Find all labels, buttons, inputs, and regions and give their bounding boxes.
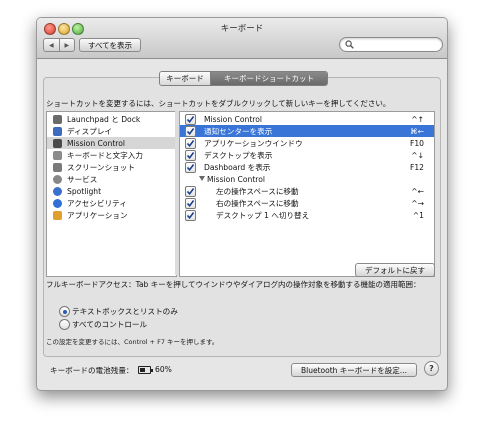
battery-percent: 60% bbox=[155, 365, 172, 374]
shortcut-checkbox[interactable] bbox=[185, 162, 196, 173]
category-list: Launchpad と Dock ディスプレイ Mission Control … bbox=[46, 111, 177, 277]
shortcut-checkbox[interactable] bbox=[185, 126, 196, 137]
keyboard-icon bbox=[53, 150, 62, 160]
shortcut-row[interactable]: Dashboard を表示 F12 bbox=[180, 161, 434, 173]
shortcut-row[interactable]: 左の操作スペースに移動 ^← bbox=[180, 185, 434, 197]
category-item-accessibility[interactable]: アクセシビリティ bbox=[47, 197, 176, 209]
back-forward-control: ◀ ▶ bbox=[43, 38, 75, 52]
restore-defaults-button[interactable]: デフォルトに戻す bbox=[355, 263, 435, 277]
tab-keyboard[interactable]: キーボード bbox=[160, 72, 211, 85]
category-label: ディスプレイ bbox=[67, 126, 113, 136]
battery-icon bbox=[138, 366, 153, 374]
checkmark-icon bbox=[186, 212, 195, 220]
shortcut-key: ^1 bbox=[412, 210, 424, 220]
applications-icon bbox=[53, 210, 62, 220]
title-bar: キーボード ◀ ▶ すべてを表示 bbox=[37, 18, 447, 59]
search-field[interactable] bbox=[339, 37, 443, 52]
shortcut-name: アプリケーションウインドウ bbox=[204, 138, 303, 148]
checkmark-icon bbox=[186, 116, 195, 124]
preferences-window: キーボード ◀ ▶ すべてを表示 キーボード キーボードショートカット ショート… bbox=[36, 17, 448, 391]
shortcut-checkbox[interactable] bbox=[185, 198, 196, 209]
shortcut-name: 右の操作スペースに移動 bbox=[216, 198, 299, 208]
shortcut-name: 通知センターを表示 bbox=[204, 126, 273, 136]
back-button[interactable]: ◀ bbox=[44, 39, 59, 51]
shortcut-key: ^↓ bbox=[411, 150, 424, 160]
shortcut-key: ^← bbox=[411, 186, 424, 196]
shortcut-list: Mission Control ^↑ 通知センターを表示 ⌘← アプリケーション… bbox=[179, 111, 435, 277]
control-f7-note: この設定を変更するには、Control + F7 キーを押します。 bbox=[46, 338, 219, 346]
category-label: キーボードと文字入力 bbox=[67, 150, 143, 160]
radio-label-text-boxes-lists[interactable]: テキストボックスとリストのみ bbox=[72, 306, 178, 317]
category-label: アプリケーション bbox=[67, 210, 128, 220]
category-label: Spotlight bbox=[67, 186, 102, 196]
shortcut-name: 左の操作スペースに移動 bbox=[216, 186, 299, 196]
help-button[interactable]: ? bbox=[424, 361, 439, 376]
shortcut-name: Mission Control bbox=[204, 114, 263, 124]
shortcut-row[interactable]: 通知センターを表示 ⌘← bbox=[180, 125, 434, 137]
services-gear-icon bbox=[53, 174, 62, 184]
shortcut-checkbox[interactable] bbox=[185, 114, 196, 125]
shortcut-name: Dashboard を表示 bbox=[204, 162, 271, 172]
setup-bluetooth-keyboard-button[interactable]: Bluetooth キーボードを設定... bbox=[291, 363, 417, 377]
radio-text-boxes-lists[interactable] bbox=[59, 306, 70, 317]
shortcut-key: ^→ bbox=[411, 198, 424, 208]
shortcut-key: ⌘← bbox=[410, 126, 424, 136]
disclosure-triangle-icon[interactable] bbox=[199, 176, 205, 181]
display-icon bbox=[53, 126, 62, 136]
instruction-text: ショートカットを変更するには、ショートカットをダブルクリックして新しいキーを押し… bbox=[46, 99, 391, 108]
full-keyboard-access-text: フルキーボードアクセス：Tab キーを押してウインドウやダイアログ内の操作対象を… bbox=[46, 280, 421, 289]
accessibility-icon bbox=[53, 198, 62, 208]
category-item-spotlight[interactable]: Spotlight bbox=[47, 185, 176, 197]
shortcut-row[interactable]: Mission Control ^↑ bbox=[180, 113, 434, 125]
category-label: Launchpad と Dock bbox=[67, 114, 141, 124]
radio-label-all-controls[interactable]: すべてのコントロール bbox=[72, 319, 147, 330]
tab-keyboard-shortcuts[interactable]: キーボードショートカット bbox=[211, 72, 327, 85]
checkmark-icon bbox=[186, 188, 195, 196]
category-item-display[interactable]: ディスプレイ bbox=[47, 125, 176, 137]
shortcut-checkbox[interactable] bbox=[185, 138, 196, 149]
spotlight-icon bbox=[53, 186, 62, 196]
radio-all-controls[interactable] bbox=[59, 319, 70, 330]
shortcut-checkbox[interactable] bbox=[185, 186, 196, 197]
category-item-launchpad-dock[interactable]: Launchpad と Dock bbox=[47, 113, 176, 125]
shortcut-group-name: Mission Control bbox=[207, 174, 266, 184]
window-title: キーボード bbox=[220, 24, 264, 34]
category-label: アクセシビリティ bbox=[67, 198, 127, 208]
shortcut-row[interactable]: アプリケーションウインドウ F10 bbox=[180, 137, 434, 149]
shortcut-row[interactable]: 右の操作スペースに移動 ^→ bbox=[180, 197, 434, 209]
show-all-button[interactable]: すべてを表示 bbox=[79, 38, 141, 52]
tab-bar: キーボード キーボードショートカット bbox=[159, 71, 328, 86]
shortcut-key: F10 bbox=[409, 138, 424, 148]
checkmark-icon bbox=[186, 164, 195, 172]
checkmark-icon bbox=[186, 128, 195, 136]
category-item-keyboard-input[interactable]: キーボードと文字入力 bbox=[47, 149, 176, 161]
shortcut-key: F12 bbox=[409, 162, 424, 172]
category-item-mission-control[interactable]: Mission Control bbox=[47, 137, 176, 149]
category-item-services[interactable]: サービス bbox=[47, 173, 176, 185]
shortcut-name: デスクトップを表示 bbox=[204, 150, 273, 160]
category-label: サービス bbox=[67, 174, 98, 184]
shortcut-key: ^↑ bbox=[411, 114, 424, 124]
checkmark-icon bbox=[186, 200, 195, 208]
category-item-applications[interactable]: アプリケーション bbox=[47, 209, 176, 221]
category-item-screenshots[interactable]: スクリーンショット bbox=[47, 161, 176, 173]
launchpad-icon bbox=[53, 114, 62, 124]
shortcut-name: デスクトップ 1 へ切り替え bbox=[216, 210, 310, 220]
search-icon bbox=[345, 40, 354, 49]
checkmark-icon bbox=[186, 152, 195, 160]
shortcut-group-row[interactable]: Mission Control bbox=[180, 173, 434, 185]
shortcut-row[interactable]: デスクトップ 1 へ切り替え ^1 bbox=[180, 209, 434, 221]
checkmark-icon bbox=[186, 140, 195, 148]
category-label: Mission Control bbox=[67, 138, 126, 148]
shortcut-checkbox[interactable] bbox=[185, 150, 196, 161]
screenshot-icon bbox=[53, 162, 62, 172]
category-label: スクリーンショット bbox=[67, 162, 135, 172]
shortcut-row[interactable]: デスクトップを表示 ^↓ bbox=[180, 149, 434, 161]
shortcut-checkbox[interactable] bbox=[185, 210, 196, 221]
battery-level-label: キーボードの電池残量： bbox=[50, 366, 134, 375]
mission-control-icon bbox=[53, 138, 62, 148]
forward-button[interactable]: ▶ bbox=[58, 39, 75, 51]
